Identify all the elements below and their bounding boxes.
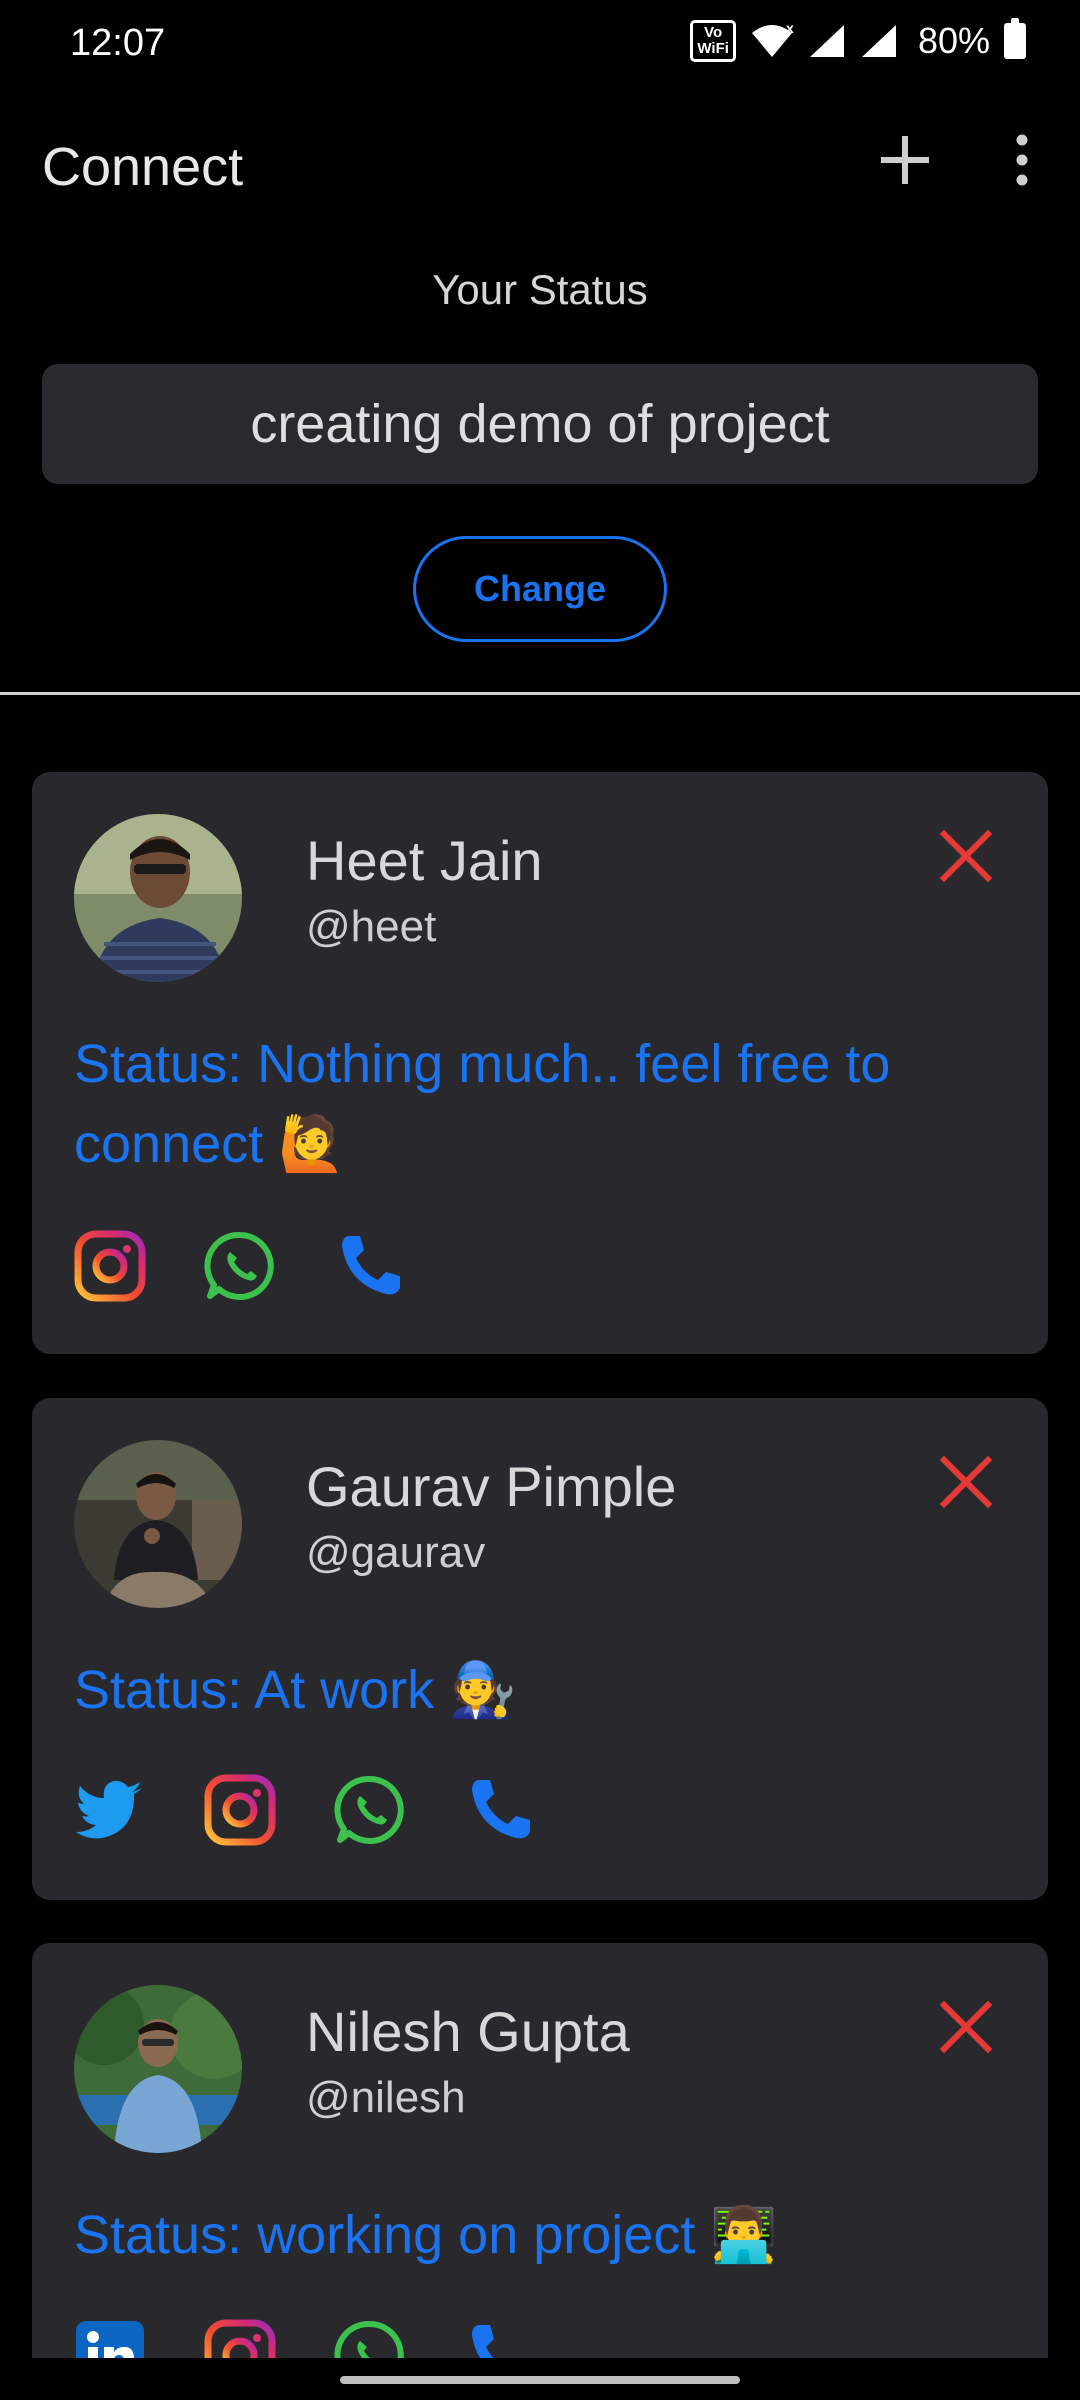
battery-percentage: 80%	[917, 20, 990, 61]
twitter-icon[interactable]	[74, 1774, 146, 1846]
social-links	[74, 2319, 536, 2358]
avatar[interactable]	[74, 1985, 242, 2153]
instagram-icon[interactable]	[204, 2319, 276, 2358]
linkedin-icon[interactable]	[74, 2319, 146, 2358]
signal-icon-2	[861, 25, 896, 57]
divider	[0, 692, 1080, 695]
contact-name: Nilesh Gupta	[306, 2000, 630, 2063]
signal-icon	[809, 25, 844, 57]
phone-icon[interactable]	[334, 1230, 406, 1302]
contact-card: Gaurav Pimple @gaurav Status: At work 🧑‍…	[32, 1398, 1048, 1900]
social-links	[74, 1774, 536, 1846]
phone-icon[interactable]	[464, 2319, 536, 2358]
system-status-bar: 12:07 Vo WiFi x 80%	[0, 0, 1080, 90]
your-status-input[interactable]: creating demo of project	[42, 364, 1038, 484]
whatsapp-icon[interactable]	[204, 1230, 276, 1302]
whatsapp-icon[interactable]	[334, 1774, 406, 1846]
phone-icon[interactable]	[464, 1774, 536, 1846]
instagram-icon[interactable]	[204, 1774, 276, 1846]
contact-status: Status: working on project 👨‍💻	[74, 2205, 778, 2265]
connect-screen: 12:07 Vo WiFi x 80% Connect Your Status …	[0, 0, 1080, 2400]
clock: 12:07	[70, 22, 166, 64]
contact-card: Heet Jain @heet Status: Nothing much.. f…	[32, 772, 1048, 1354]
contact-name: Heet Jain	[306, 829, 543, 892]
avatar[interactable]	[74, 1440, 242, 1608]
battery-icon	[1004, 18, 1026, 59]
contact-handle: @gaurav	[306, 1528, 486, 1577]
contact-name: Gaurav Pimple	[306, 1455, 677, 1518]
whatsapp-icon[interactable]	[334, 2319, 406, 2358]
your-status-label: Your Status	[432, 266, 648, 313]
more-options-icon[interactable]	[1000, 130, 1044, 190]
avatar[interactable]	[74, 814, 242, 982]
remove-contact-icon[interactable]	[938, 1454, 994, 1510]
contact-status: Status: Nothing much.. feel free to conn…	[74, 1034, 891, 1174]
contact-handle: @nilesh	[306, 2073, 466, 2122]
svg-text:x: x	[786, 23, 794, 36]
instagram-icon[interactable]	[74, 1230, 146, 1302]
wifi-icon: x	[751, 23, 794, 57]
change-status-button[interactable]: Change	[413, 536, 667, 642]
gesture-nav-bar[interactable]	[340, 2376, 740, 2384]
app-title: Connect	[42, 137, 244, 197]
contact-card: Nilesh Gupta @nilesh Status: working on …	[32, 1943, 1048, 2358]
contact-handle: @heet	[306, 902, 437, 951]
remove-contact-icon[interactable]	[938, 828, 994, 884]
vowifi-icon: Vo WiFi	[690, 20, 736, 62]
status-icons: Vo WiFi x 80%	[690, 18, 1026, 62]
remove-contact-icon[interactable]	[938, 1999, 994, 2055]
add-icon[interactable]	[875, 130, 935, 190]
contact-status: Status: At work 🧑‍🔧	[74, 1660, 517, 1720]
social-links	[74, 1230, 406, 1302]
app-bar: Connect	[0, 110, 1080, 220]
